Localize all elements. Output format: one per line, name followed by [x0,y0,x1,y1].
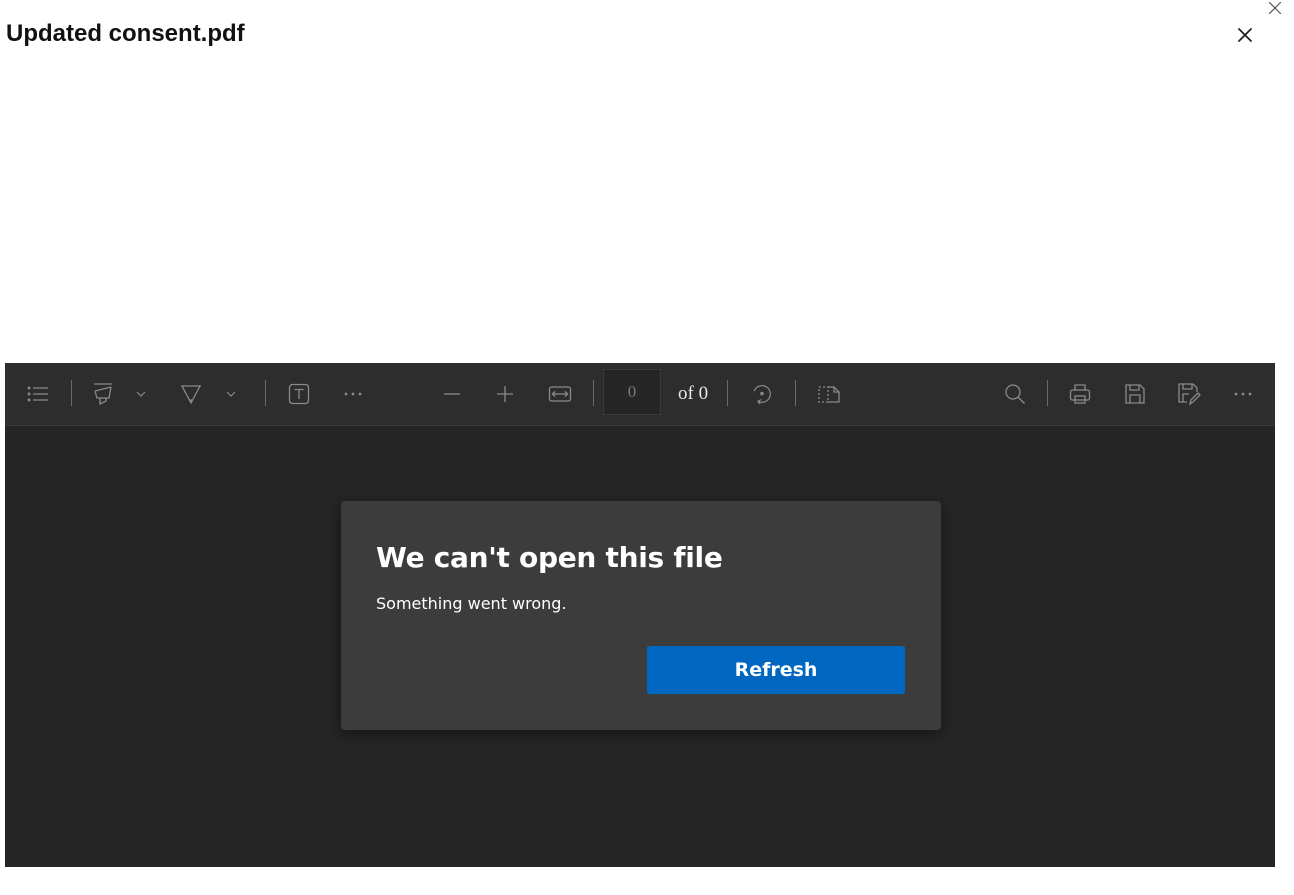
draw-button[interactable] [179,382,203,406]
toolbar-separator [1047,380,1048,406]
save-as-button[interactable] [1177,382,1201,406]
add-text-icon [288,383,310,405]
search-button[interactable] [1003,382,1027,406]
toolbar-separator [265,380,266,406]
zoom-out-icon [444,393,460,395]
outer-close-button[interactable] [1262,0,1288,21]
highlight-options-button[interactable] [129,382,153,406]
save-button[interactable] [1123,382,1147,406]
print-button[interactable] [1068,382,1092,406]
draw-options-button[interactable] [219,382,243,406]
page-number-input[interactable] [603,369,661,415]
fit-to-width-icon [548,386,572,402]
rotate-icon [753,385,771,405]
toolbar-separator [71,380,72,406]
page-count-label: of 0 [678,383,709,404]
toolbar-separator [727,380,728,406]
add-text-button[interactable] [287,382,311,406]
fit-to-width-button[interactable] [548,382,572,406]
more-icon [344,392,362,396]
toolbar-separator [593,380,594,406]
pdf-toolbar: of 0 [5,363,1275,426]
chevron-down-icon [136,391,146,397]
more-tools-button[interactable] [341,382,365,406]
page-view-icon [818,386,840,403]
zoom-in-icon [497,386,513,402]
error-dialog-title: We can't open this file [376,541,723,574]
close-icon [1238,28,1252,42]
highlight-button[interactable] [91,382,115,406]
zoom-out-button[interactable] [440,382,464,406]
draw-icon [181,385,201,405]
close-icon [1268,1,1282,15]
table-of-contents-button[interactable] [26,382,50,406]
save-icon [1125,384,1145,404]
refresh-button[interactable]: Refresh [647,646,905,694]
print-icon [1069,384,1091,404]
more-options-button[interactable] [1231,382,1255,406]
rotate-button[interactable] [750,382,774,406]
error-dialog-message: Something went wrong. [376,594,567,613]
error-dialog: We can't open this file Something went w… [341,501,941,730]
document-title: Updated consent.pdf [6,20,245,47]
toolbar-separator [795,380,796,406]
save-as-icon [1178,383,1201,406]
more-icon [1234,392,1252,396]
table-of-contents-icon [27,386,48,402]
zoom-in-button[interactable] [493,382,517,406]
pdf-viewer: of 0 We can't open this file Something w… [5,363,1275,867]
page-view-button[interactable] [817,382,841,406]
close-button[interactable] [1232,22,1258,48]
highlight-icon [94,383,112,406]
search-icon [1005,384,1025,404]
chevron-down-icon [226,391,236,397]
